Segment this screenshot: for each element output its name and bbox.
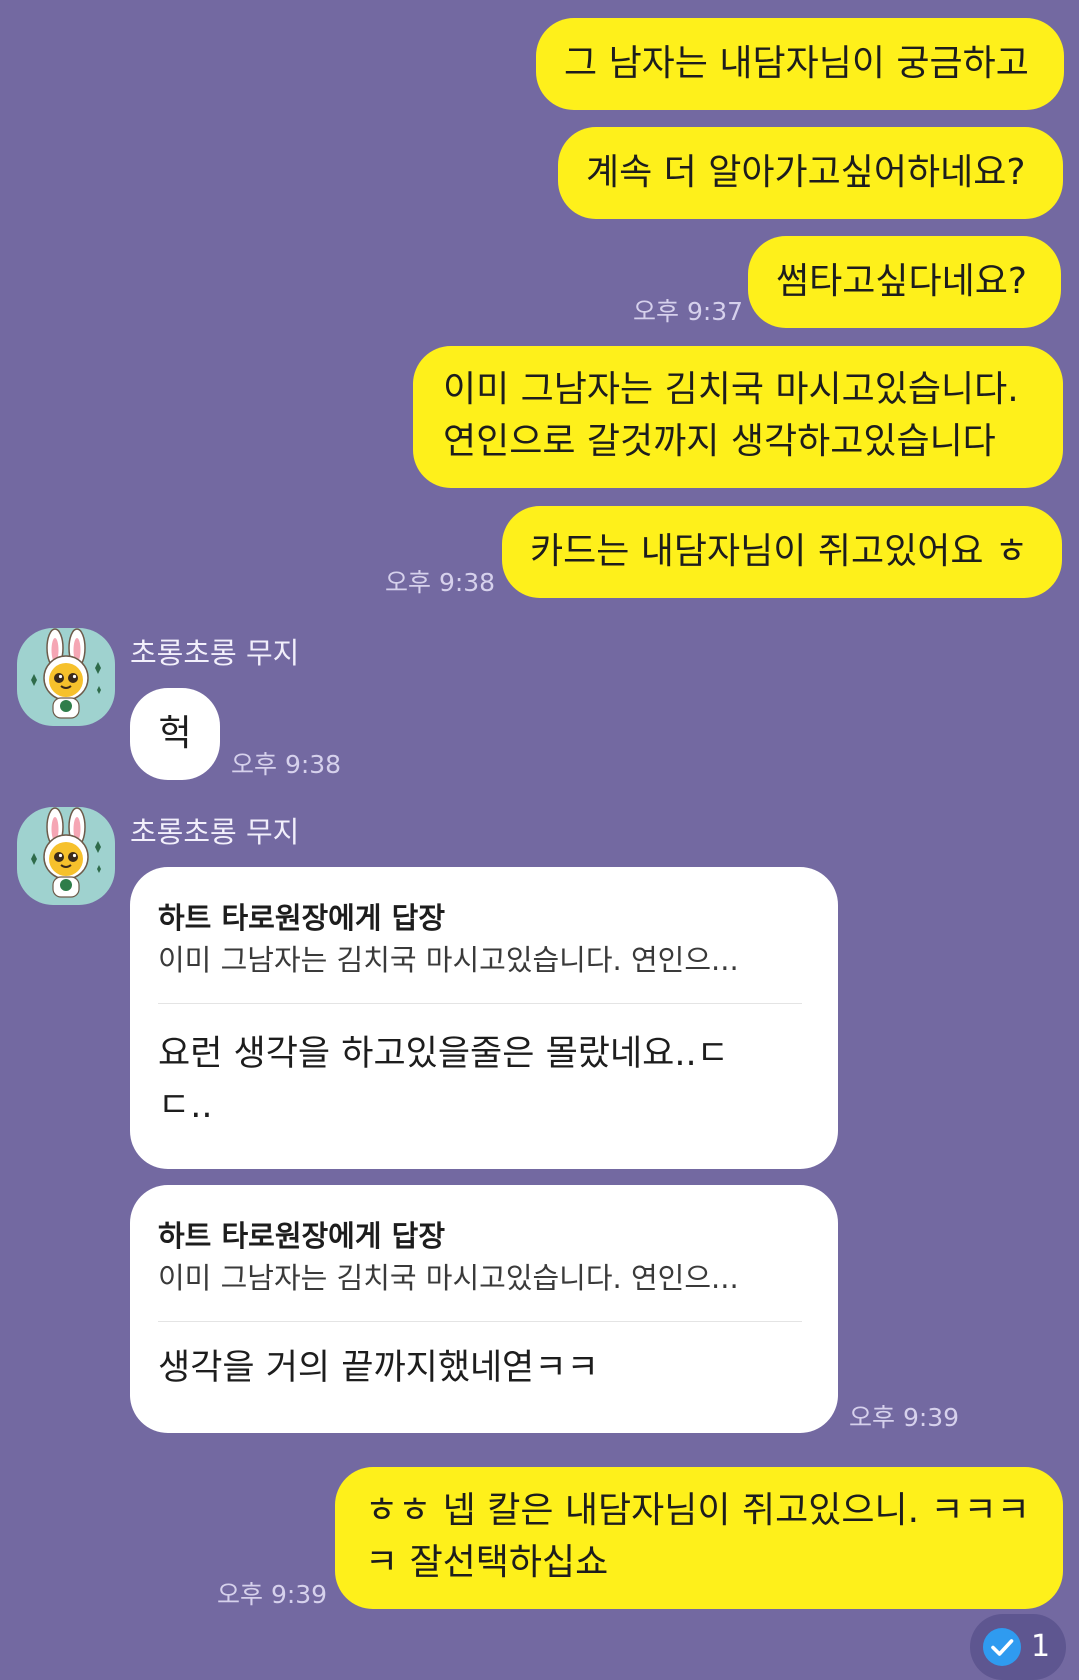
divider [158,1321,802,1322]
message-text-line: 이미 그남자는 김치국 마시고있습니다. [443,369,1019,410]
message-text: 생각을 거의 끝까지했네엳ㅋㅋ [158,1348,599,1388]
message-text: 계속 더 알아가고싶어하네요? [586,152,1026,193]
message-text-line: ㅋ 잘선택하십쇼 [365,1542,609,1583]
timestamp: 오후 9:39 [217,1580,328,1609]
reply-header: 하트 타로원장에게 답장 [158,1219,445,1253]
message-bubble-sent[interactable]: ㅎㅎ 넵 칼은 내담자님이 쥐고있으니. ㅋㅋㅋ ㅋ 잘선택하십쇼 [335,1467,1063,1609]
reply-message-bubble[interactable]: 하트 타로원장에게 답장 이미 그남자는 김치국 마시고있습니다. 연인으...… [130,867,838,1169]
check-circle-icon [983,1628,1021,1666]
read-receipt-badge[interactable]: 1 [970,1614,1066,1680]
sender-name: 초롱초롱 무지 [130,636,300,670]
sender-name: 초롱초롱 무지 [130,815,300,849]
reply-message-bubble[interactable]: 하트 타로원장에게 답장 이미 그남자는 김치국 마시고있습니다. 연인으...… [130,1185,838,1433]
timestamp: 오후 9:39 [849,1403,960,1432]
message-text-line: ㅎㅎ 넵 칼은 내담자님이 쥐고있으니. ㅋㅋㅋ [365,1490,1030,1531]
message-text-line: 요런 생각을 하고있을줄은 몰랐네요..ㄷ [158,1034,729,1074]
muzi-character-icon [31,628,101,719]
message-bubble-sent[interactable]: 썸타고싶다네요? [748,236,1061,328]
message-text: 헉 [158,713,192,754]
muzi-character-icon [31,807,101,898]
message-text: 그 남자는 내담자님이 궁금하고 [564,43,1029,84]
timestamp: 오후 9:38 [385,568,496,597]
reply-quote[interactable]: 이미 그남자는 김치국 마시고있습니다. 연인으... [158,1259,802,1297]
message-bubble-sent[interactable]: 그 남자는 내담자님이 궁금하고 [536,18,1064,110]
message-text: 카드는 내담자님이 쥐고있어요 ㅎ [530,531,1029,572]
message-text: 요런 생각을 하고있을줄은 몰랐네요..ㄷ ㄷ.. [158,1028,802,1132]
message-text: 썸타고싶다네요? [776,261,1027,302]
timestamp: 오후 9:38 [231,750,342,779]
message-bubble-sent[interactable]: 계속 더 알아가고싶어하네요? [558,127,1063,219]
message-text-line: ㄷ.. [158,1086,213,1126]
avatar[interactable] [17,628,115,726]
reply-header: 하트 타로원장에게 답장 [158,901,445,935]
message-bubble-sent[interactable]: 이미 그남자는 김치국 마시고있습니다. 연인으로 갈것까지 생각하고있습니다 [413,346,1063,488]
divider [158,1003,802,1004]
read-count: 1 [1031,1629,1051,1664]
timestamp: 오후 9:37 [633,297,744,326]
message-bubble-received[interactable]: 헉 [130,688,220,780]
reply-quote[interactable]: 이미 그남자는 김치국 마시고있습니다. 연인으... [158,941,802,979]
message-text-line: 연인으로 갈것까지 생각하고있습니다 [443,421,996,462]
avatar[interactable] [17,807,115,905]
message-bubble-sent[interactable]: 카드는 내담자님이 쥐고있어요 ㅎ [502,506,1062,598]
